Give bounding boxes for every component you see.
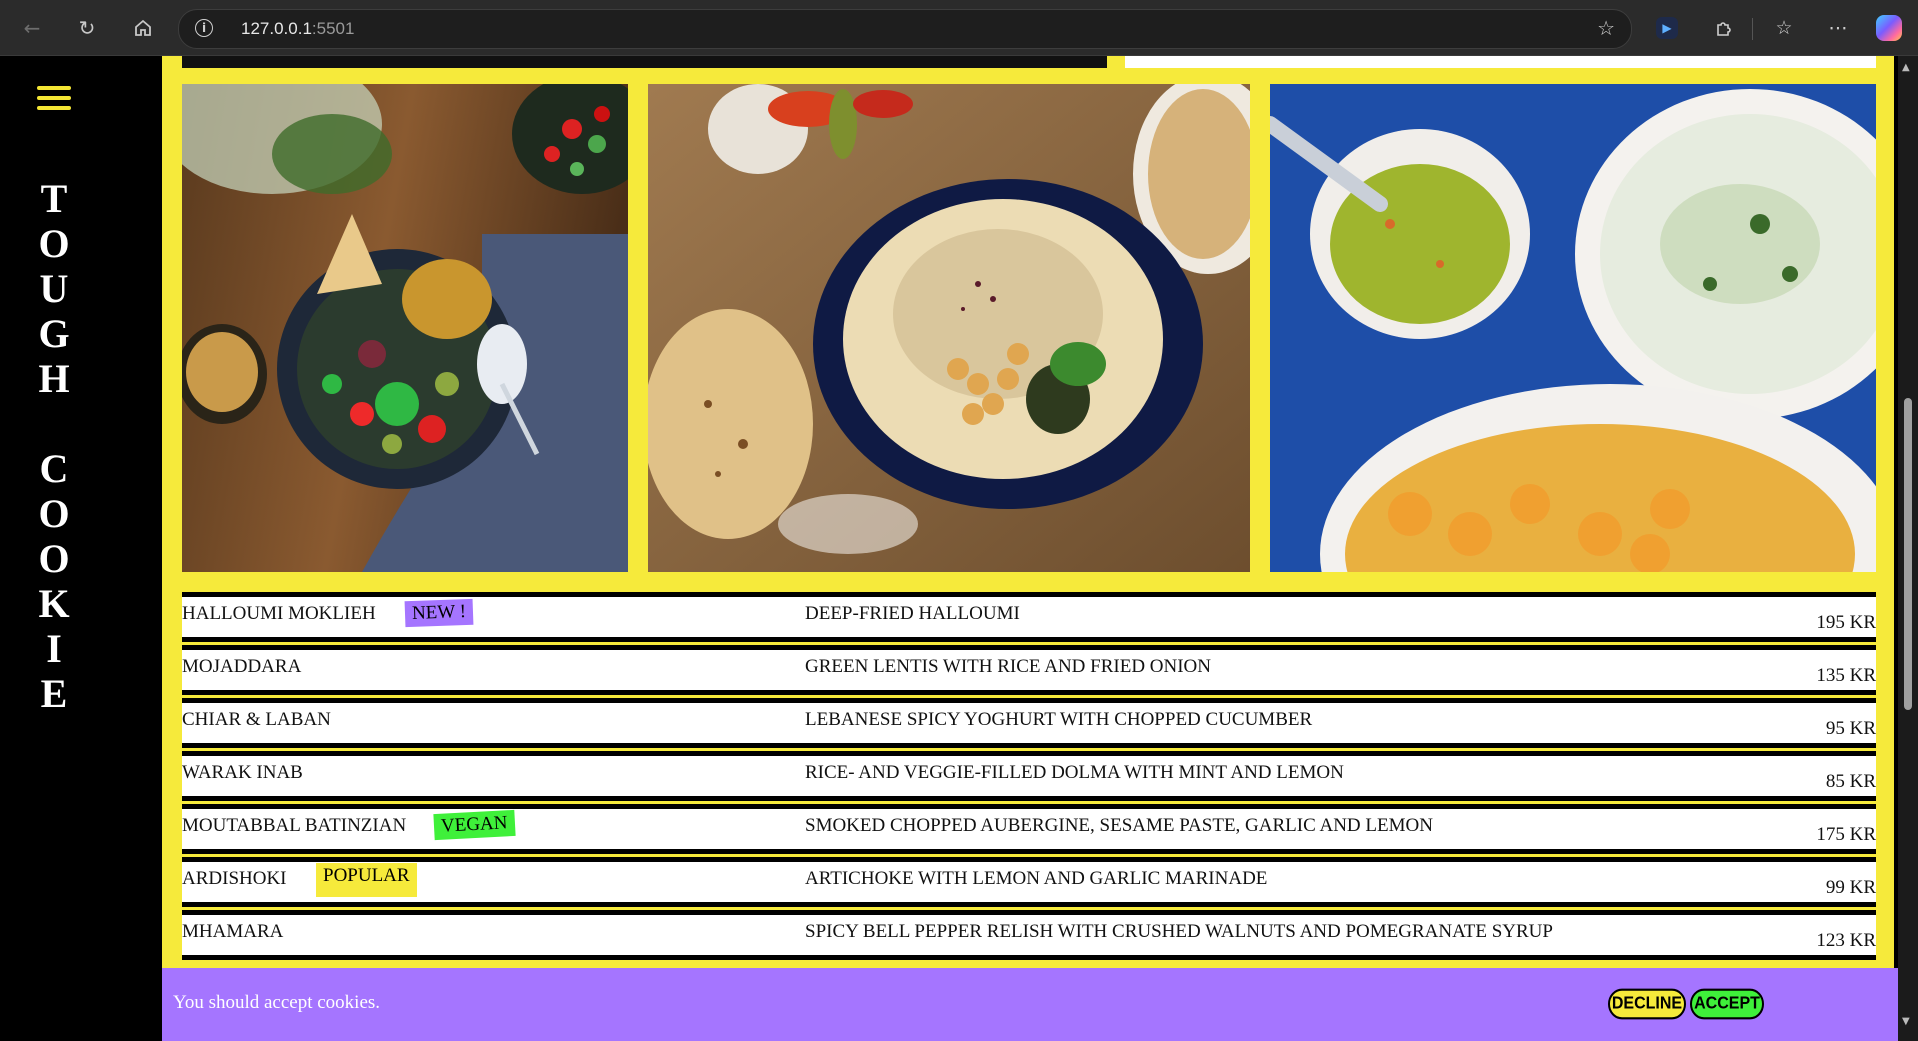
hamburger-menu-icon[interactable] (37, 86, 71, 110)
dish-name: ARDISHOKI (182, 868, 287, 889)
dish-price: 95 KR (1825, 718, 1876, 739)
brand-letter: T (40, 176, 68, 221)
site-info-icon[interactable]: i (195, 19, 213, 37)
extensions-puzzle-icon[interactable] (1710, 14, 1738, 42)
sidebar: TOUGHCOOKIE (4, 56, 162, 1041)
accept-button[interactable]: ACCEPT (1690, 988, 1764, 1020)
menu-item: MOUTABBAL BATINZIAN VEGAN SMOKED CHOPPED A… (182, 804, 1876, 854)
page-scrollbar[interactable]: ▲ ▼ (1898, 56, 1918, 1041)
back-arrow-icon[interactable]: ← (16, 12, 48, 44)
menu-item: HALLOUMI MOKLIEH NEW ! DEEP-FRIED HALLOUMI… (182, 592, 1876, 642)
toolbar-divider (1752, 18, 1753, 40)
home-icon[interactable] (127, 12, 159, 44)
menu-item: CHIAR & LABAN LEBANESE SPICY YOGHURT WITH… (182, 698, 1876, 748)
menu-item: MHAMARA SPICY BELL PEPPER RELISH WITH CRU… (182, 910, 1876, 960)
dish-name: MOUTABBAL BATINZIAN (182, 815, 407, 836)
dish-name: MHAMARA (182, 921, 284, 942)
photo-dips (1270, 84, 1876, 572)
dish-name: MOJADDARA (182, 656, 302, 677)
menu-item: WARAK INAB RICE- AND VEGGIE-FILLED DOLMA … (182, 751, 1876, 801)
dish-price: 99 KR (1825, 877, 1876, 898)
dish-name: WARAK INAB (182, 762, 303, 783)
brand-letter: O (38, 536, 70, 581)
previous-panel-edge (1125, 56, 1876, 68)
dish-description: DEEP-FRIED HALLOUMI (805, 603, 1020, 624)
more-menu-icon[interactable]: ⋯ (1824, 14, 1852, 42)
main-content: HALLOUMI MOKLIEH NEW ! DEEP-FRIED HALLOUMI… (162, 56, 1894, 1041)
address-bar[interactable]: i 127.0.0.1:5501 ☆ (178, 9, 1632, 49)
page-viewport: TOUGHCOOKIE HALLOUMI MOKLIEH NEW ! DEEP-… (0, 56, 1898, 1041)
cookie-message: You should accept cookies. (173, 992, 381, 1013)
dish-price: 175 KR (1816, 824, 1876, 845)
scroll-up-arrow-icon[interactable]: ▲ (1902, 62, 1910, 73)
brand-letter: G (38, 311, 70, 356)
brand-letter: H (38, 356, 70, 401)
dish-price: 195 KR (1816, 612, 1876, 633)
decline-button[interactable]: DECLINE (1608, 988, 1686, 1020)
cookie-banner-bar: You should accept cookies. DECLINE ACCEP… (162, 968, 1898, 1041)
dish-tag-badge: NEW ! (404, 598, 474, 628)
brand-letter: K (38, 581, 70, 626)
dish-description: SMOKED CHOPPED AUBERGINE, SESAME PASTE, … (805, 815, 1433, 836)
previous-photo-edge (182, 56, 1107, 68)
dish-name: CHIAR & LABAN (182, 709, 331, 730)
reload-icon[interactable]: ↻ (71, 12, 103, 44)
dish-description: LEBANESE SPICY YOGHURT WITH CHOPPED CUCU… (805, 709, 1313, 730)
brand-letter: O (38, 491, 70, 536)
brand-letter: I (46, 626, 62, 671)
brand-letter: E (40, 671, 68, 716)
dish-price: 85 KR (1825, 771, 1876, 792)
dish-price: 135 KR (1816, 665, 1876, 686)
favorites-icon[interactable]: ☆ (1770, 14, 1798, 42)
photo-salad-bowl (182, 84, 628, 572)
dish-description: RICE- AND VEGGIE-FILLED DOLMA WITH MINT … (805, 762, 1344, 783)
brand-letter (4, 401, 104, 446)
dish-description: GREEN LENTIS WITH RICE AND FRIED ONION (805, 656, 1212, 677)
dish-price: 123 KR (1816, 930, 1876, 951)
brand-logo: TOUGHCOOKIE (4, 176, 104, 716)
favorite-star-icon[interactable]: ☆ (1597, 16, 1615, 40)
dish-description: ARTICHOKE WITH LEMON AND GARLIC MARINADE (805, 868, 1268, 889)
dish-name: HALLOUMI MOKLIEH (182, 603, 376, 624)
menu-item: MOJADDARA GREEN LENTIS WITH RICE AND FRIE… (182, 645, 1876, 695)
dish-tag-badge: POPULAR (316, 863, 417, 897)
browser-toolbar: ← ↻ i 127.0.0.1:5501 ☆ ▶ ☆ ⋯ (0, 0, 1918, 56)
copilot-icon[interactable] (1876, 15, 1902, 41)
dish-tag-badge: VEGAN (433, 809, 516, 841)
brand-letter: U (39, 266, 69, 311)
menu-item: ARDISHOKI POPULAR ARTICHOKE WITH LEMON AND… (182, 857, 1876, 907)
brand-letter: O (38, 221, 70, 266)
scroll-thumb[interactable] (1904, 398, 1912, 710)
extension-icon[interactable]: ▶ (1656, 17, 1678, 39)
address-url[interactable]: 127.0.0.1:5501 (241, 19, 354, 39)
dish-description: SPICY BELL PEPPER RELISH WITH CRUSHED WA… (805, 921, 1553, 942)
brand-letter: C (39, 446, 69, 491)
scroll-down-arrow-icon[interactable]: ▼ (1902, 1016, 1910, 1027)
photo-hummus-plate (648, 84, 1250, 572)
